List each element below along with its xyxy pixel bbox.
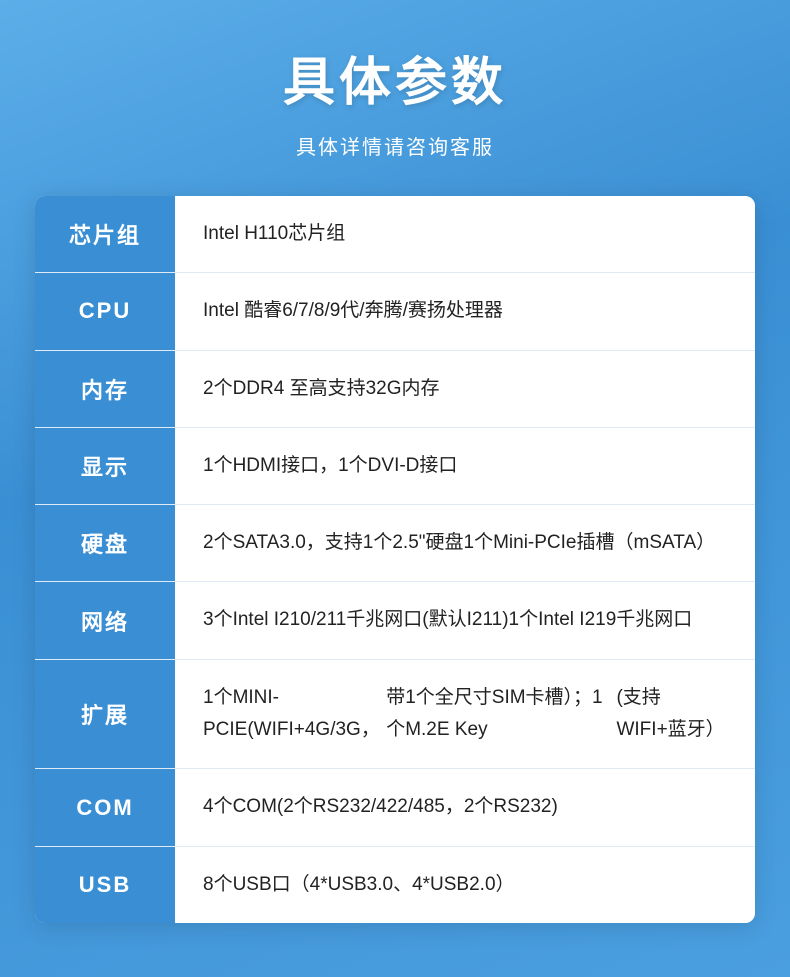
row-value-chipset: Intel H110芯片组 (175, 196, 755, 272)
row-value-expansion: 1个MINI-PCIE(WIFI+4G/3G，带1个全尺寸SIM卡槽）；1个M.… (175, 660, 755, 769)
table-row-chipset: 芯片组Intel H110芯片组 (35, 196, 755, 273)
row-value-memory: 2个DDR4 至高支持32G内存 (175, 351, 755, 427)
row-value-network: 3个Intel I210/211千兆网口(默认I211)1个Intel I219… (175, 582, 755, 658)
page-title: 具体参数 (283, 40, 507, 115)
row-label-cpu: CPU (35, 273, 175, 349)
row-label-expansion: 扩展 (35, 660, 175, 769)
row-label-chipset: 芯片组 (35, 196, 175, 272)
table-row-storage: 硬盘2个SATA3.0，支持1个2.5"硬盘1个Mini-PCIe插槽（mSAT… (35, 505, 755, 582)
row-label-storage: 硬盘 (35, 505, 175, 581)
row-value-storage: 2个SATA3.0，支持1个2.5"硬盘1个Mini-PCIe插槽（mSATA） (175, 505, 755, 581)
row-value-display: 1个HDMI接口，1个DVI-D接口 (175, 428, 755, 504)
table-row-cpu: CPUIntel 酷睿6/7/8/9代/奔腾/赛扬处理器 (35, 273, 755, 350)
page-subtitle: 具体详情请咨询客服 (296, 131, 494, 160)
row-label-com: COM (35, 769, 175, 845)
row-value-com: 4个COM(2个RS232/422/485，2个RS232) (175, 769, 755, 845)
table-row-display: 显示1个HDMI接口，1个DVI-D接口 (35, 428, 755, 505)
table-row-expansion: 扩展1个MINI-PCIE(WIFI+4G/3G，带1个全尺寸SIM卡槽）；1个… (35, 660, 755, 770)
row-label-usb: USB (35, 847, 175, 923)
row-label-network: 网络 (35, 582, 175, 658)
table-row-com: COM4个COM(2个RS232/422/485，2个RS232) (35, 769, 755, 846)
row-label-display: 显示 (35, 428, 175, 504)
row-label-memory: 内存 (35, 351, 175, 427)
row-value-usb: 8个USB口（4*USB3.0、4*USB2.0） (175, 847, 755, 923)
table-row-memory: 内存2个DDR4 至高支持32G内存 (35, 351, 755, 428)
table-row-usb: USB8个USB口（4*USB3.0、4*USB2.0） (35, 847, 755, 923)
row-value-cpu: Intel 酷睿6/7/8/9代/奔腾/赛扬处理器 (175, 273, 755, 349)
specs-table: 芯片组Intel H110芯片组CPUIntel 酷睿6/7/8/9代/奔腾/赛… (35, 196, 755, 923)
table-row-network: 网络3个Intel I210/211千兆网口(默认I211)1个Intel I2… (35, 582, 755, 659)
